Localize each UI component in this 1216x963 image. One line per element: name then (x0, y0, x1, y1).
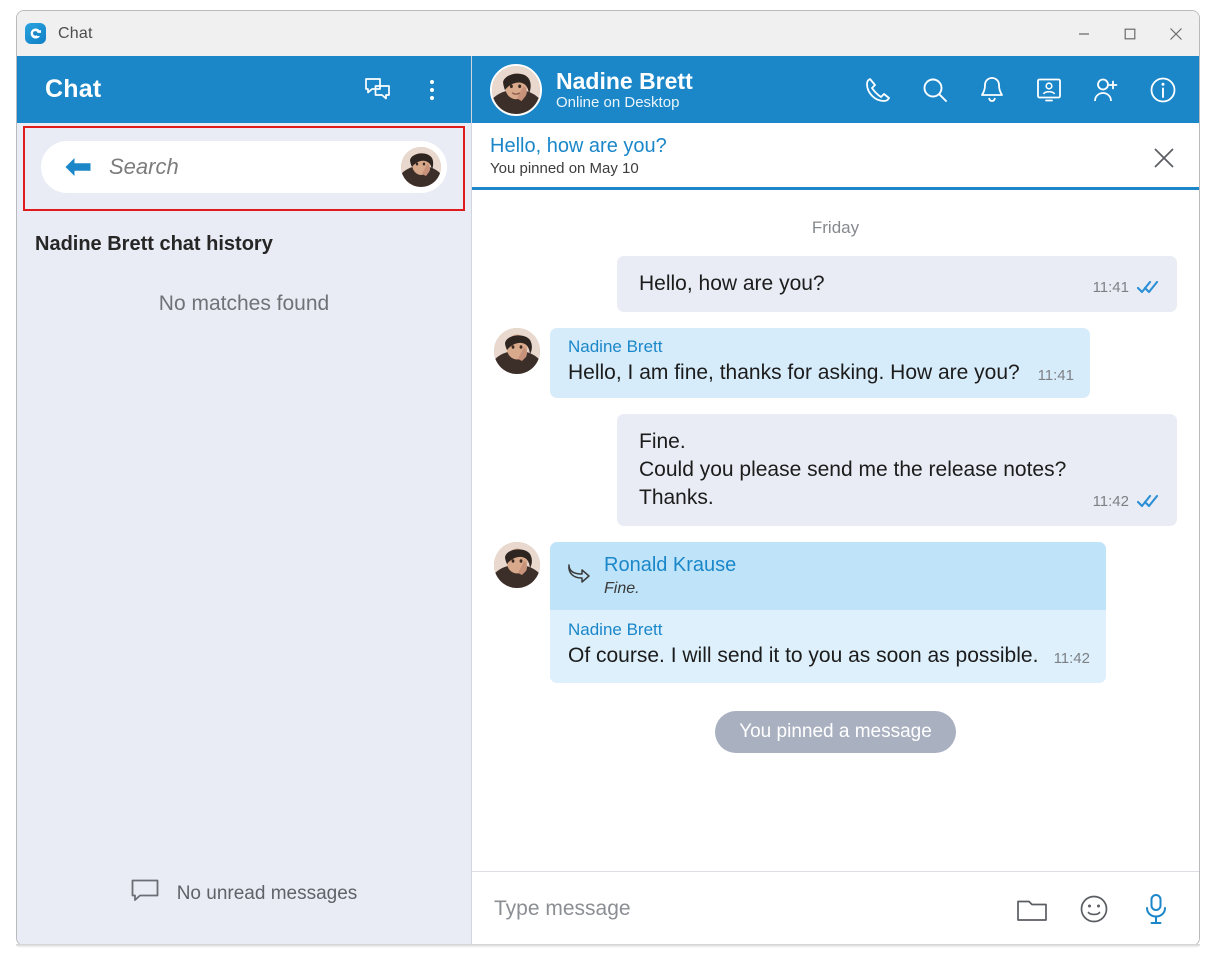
message-text: Of course. I will send it to you as soon… (568, 643, 1039, 667)
window-title: Chat (58, 24, 93, 42)
window-shadow (16, 944, 1200, 948)
message-text: Hello, how are you? (639, 272, 825, 295)
day-divider: Friday (811, 218, 860, 237)
message-text-lines: Hello, how are you? (639, 270, 1079, 298)
message-bubble-icon (131, 879, 159, 909)
chat-app-logo-icon (25, 23, 46, 44)
unread-status: No unread messages (17, 879, 471, 945)
attach-folder-icon[interactable] (1013, 890, 1051, 928)
bell-icon[interactable] (974, 72, 1010, 108)
quoted-message-texts: Ronald Krause Fine. (604, 554, 736, 598)
info-icon[interactable] (1145, 72, 1181, 108)
message-bubble-outgoing[interactable]: Hello, how are you? 11:41 (617, 256, 1177, 312)
message-list[interactable]: Friday Hello, how are you? 11:41 Nadine … (472, 190, 1199, 871)
read-receipt-icon (1137, 280, 1159, 294)
close-button[interactable] (1153, 11, 1199, 56)
message-meta: 11:42 (1093, 493, 1159, 512)
message-input[interactable] (494, 896, 995, 921)
composer-actions (1013, 890, 1175, 928)
new-chat-icon[interactable] (361, 73, 395, 107)
search-bar[interactable] (41, 141, 447, 193)
message-text: Hello, I am fine, thanks for asking. How… (568, 360, 1020, 384)
title-bar: Chat (17, 11, 1199, 56)
message-text: Thanks. (639, 485, 714, 509)
message-content: Hello, how are you? 11:41 (639, 270, 1159, 298)
message-row-incoming: Nadine Brett Hello, I am fine, thanks fo… (494, 327, 1177, 399)
message-text-lines: Fine. Could you please send me the relea… (639, 428, 1079, 511)
main-layout: Chat Search Nadine Brett chat history No… (17, 56, 1199, 945)
system-pill: You pinned a message (715, 711, 956, 754)
minimize-button[interactable] (1061, 11, 1107, 56)
conversation-actions (860, 72, 1181, 108)
microphone-icon[interactable] (1137, 890, 1175, 928)
quoted-sender: Ronald Krause (604, 553, 737, 576)
message-time: 11:41 (1092, 278, 1129, 296)
contact-avatar[interactable] (490, 63, 542, 116)
quoted-message-group[interactable]: Ronald Krause Fine. Nadine Brett Of cour… (550, 541, 1106, 684)
message-text-lines: Of course. I will send it to you as soon… (568, 642, 1040, 670)
emoji-icon[interactable] (1075, 890, 1113, 928)
chat-history-heading: Nadine Brett chat history (35, 233, 273, 255)
message-content: Of course. I will send it to you as soon… (568, 642, 1090, 670)
message-text: Fine. (639, 430, 686, 454)
pinned-close-icon[interactable] (1147, 141, 1181, 175)
message-bubble-incoming[interactable]: Nadine Brett Of course. I will send it t… (550, 609, 1106, 684)
message-sender: Nadine Brett (568, 619, 663, 639)
sidebar-header-actions (361, 73, 449, 107)
sidebar-title: Chat (45, 75, 102, 103)
more-options-icon[interactable] (415, 73, 449, 107)
pinned-message-texts: Hello, how are you? You pinned on May 10 (490, 135, 667, 177)
message-row-outgoing: Hello, how are you? 11:41 (494, 256, 1177, 312)
screen-share-icon[interactable] (1031, 72, 1067, 108)
forward-arrow-icon (566, 554, 592, 589)
conversation-header: Nadine Brett Online on Desktop (472, 56, 1199, 123)
message-avatar[interactable] (494, 541, 540, 588)
message-row-outgoing: Fine. Could you please send me the relea… (494, 414, 1177, 526)
message-composer (472, 871, 1199, 945)
chat-application-window: Chat Chat Search Nadine Brett chat histo… (16, 10, 1200, 946)
contact-status: Online on Desktop (556, 94, 680, 112)
message-content: Hello, I am fine, thanks for asking. How… (568, 359, 1074, 387)
search-input[interactable] (95, 154, 401, 180)
message-time: 11:42 (1053, 650, 1090, 668)
message-meta: 11:41 (1038, 367, 1074, 386)
contact-identity: Nadine Brett Online on Desktop (556, 68, 693, 112)
call-icon[interactable] (860, 72, 896, 108)
search-icon[interactable] (917, 72, 953, 108)
message-time: 11:41 (1037, 367, 1074, 385)
pinned-message-title: Hello, how are you? (490, 135, 667, 157)
message-content: Fine. Could you please send me the relea… (639, 428, 1159, 511)
sidebar-header: Chat (17, 56, 471, 123)
chat-conversation-pane: Nadine Brett Online on Desktop Hello, ho… (472, 56, 1199, 945)
message-bubble-outgoing[interactable]: Fine. Could you please send me the relea… (617, 414, 1177, 526)
message-meta: 11:42 (1054, 650, 1090, 669)
quoted-text: Fine. (604, 579, 640, 597)
message-row-quote-group: Ronald Krause Fine. Nadine Brett Of cour… (494, 541, 1177, 684)
read-receipt-icon (1137, 494, 1159, 508)
pinned-message-banner[interactable]: Hello, how are you? You pinned on May 10 (472, 123, 1199, 190)
message-avatar[interactable] (494, 327, 540, 374)
search-avatar[interactable] (401, 147, 441, 187)
chat-sidebar: Chat Search Nadine Brett chat history No… (17, 56, 472, 945)
unread-status-text: No unread messages (176, 883, 358, 904)
pinned-message-subtitle: You pinned on May 10 (490, 160, 639, 177)
search-highlight-region (23, 126, 465, 211)
quoted-message[interactable]: Ronald Krause Fine. (550, 541, 1106, 610)
system-message-row: You pinned a message (494, 711, 1177, 754)
window-controls (1061, 11, 1199, 56)
no-matches-text: No matches found (158, 292, 330, 315)
maximize-button[interactable] (1107, 11, 1153, 56)
message-time: 11:42 (1092, 492, 1129, 510)
message-meta: 11:41 (1093, 279, 1159, 298)
message-sender: Nadine Brett (568, 336, 663, 356)
back-arrow-icon[interactable] (61, 150, 95, 184)
message-text: Could you please send me the release not… (639, 458, 1067, 482)
add-person-icon[interactable] (1088, 72, 1124, 108)
message-text-lines: Hello, I am fine, thanks for asking. How… (568, 359, 1024, 387)
contact-name: Nadine Brett (556, 67, 693, 94)
message-bubble-incoming[interactable]: Nadine Brett Hello, I am fine, thanks fo… (550, 327, 1090, 399)
